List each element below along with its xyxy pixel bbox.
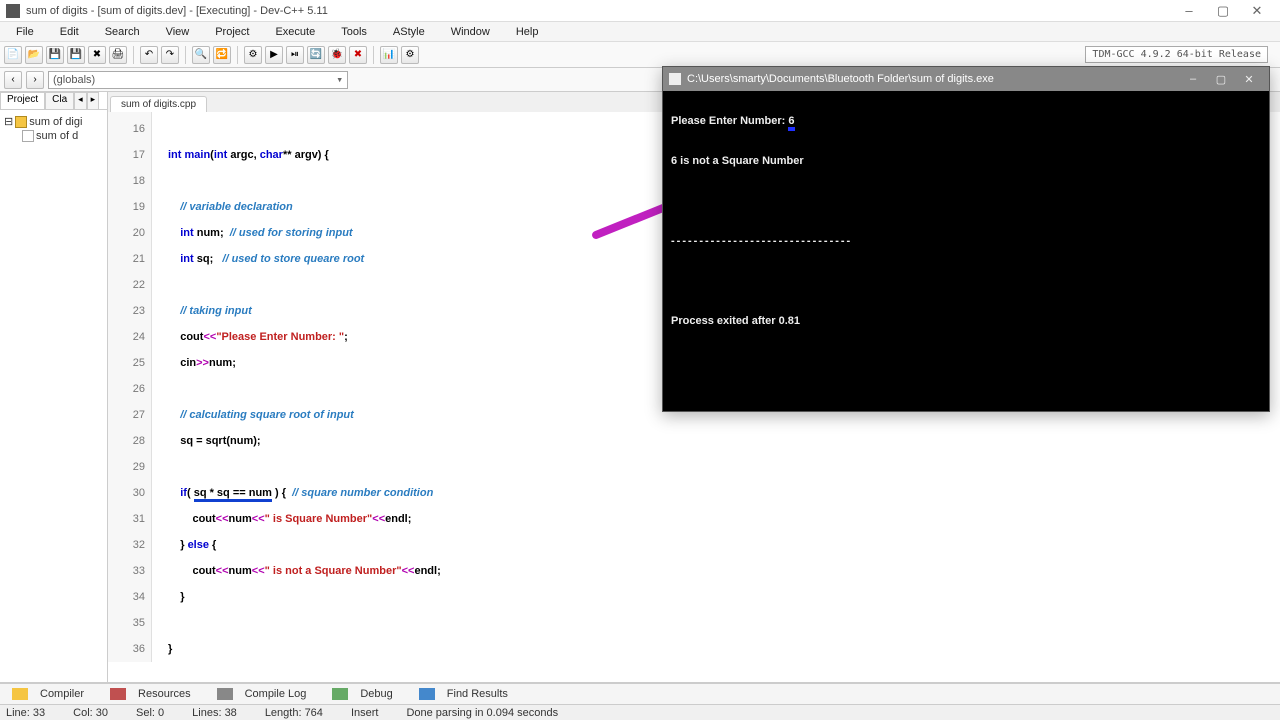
stop-icon[interactable]: ✖ [349,46,367,64]
undo-icon[interactable]: ↶ [140,46,158,64]
bottom-tabs: Compiler Resources Compile Log Debug Fin… [0,682,1280,704]
open-icon[interactable]: 📂 [25,46,43,64]
tab-debug[interactable]: Debug [324,684,408,704]
tree-project-label: sum of digi [29,116,82,128]
cpp-file-icon [22,130,34,142]
compiler-select[interactable]: TDM-GCC 4.9.2 64-bit Release [1085,46,1268,63]
menu-help[interactable]: Help [504,24,551,40]
resources-icon [110,688,126,700]
debug-check-icon [332,688,348,700]
window-title: sum of digits - [sum of digits.dev] - [E… [26,5,328,17]
status-parse: Done parsing in 0.094 seconds [406,707,558,719]
replace-icon[interactable]: 🔁 [213,46,231,64]
close-icon[interactable]: ✖ [88,46,106,64]
new-icon[interactable]: 📄 [4,46,22,64]
save-icon[interactable]: 💾 [46,46,64,64]
compile-run-icon[interactable]: ⏯ [286,46,304,64]
menu-view[interactable]: View [154,24,202,40]
status-col: Col: 30 [73,707,108,719]
status-line: Line: 33 [6,707,45,719]
status-lines: Lines: 38 [192,707,237,719]
titlebar: sum of digits - [sum of digits.dev] - [E… [0,0,1280,22]
menu-file[interactable]: File [4,24,46,40]
sidetab-nav-right[interactable]: ▸ [87,92,100,109]
profile-icon[interactable]: 📊 [380,46,398,64]
back-icon[interactable]: ‹ [4,71,22,89]
console-close[interactable]: ✕ [1235,73,1263,86]
menu-astyle[interactable]: AStyle [381,24,437,40]
menu-execute[interactable]: Execute [263,24,327,40]
console-icon [669,73,681,85]
status-length: Length: 764 [265,707,323,719]
gutter: 1617181920212223242526272829303132333435… [108,112,152,662]
console-output: Please Enter Number: 6 6 is not a Square… [663,91,1269,351]
log-icon [217,688,233,700]
side-panel: Project Cla ◂ ▸ ⊟ sum of digi sum of d [0,92,108,692]
sidetab-nav-left[interactable]: ◂ [74,92,87,109]
menu-tools[interactable]: Tools [329,24,379,40]
find-icon[interactable]: 🔍 [192,46,210,64]
console-maximize[interactable]: ▢ [1207,73,1235,86]
print-icon[interactable]: 🖨 [109,46,127,64]
sidetab-classes[interactable]: Cla [45,92,74,109]
maximize-button[interactable]: ▢ [1206,3,1240,19]
tab-find-results[interactable]: Find Results [411,684,524,704]
rebuild-icon[interactable]: 🔄 [307,46,325,64]
status-sel: Sel: 0 [136,707,164,719]
menubar: File Edit Search View Project Execute To… [0,22,1280,42]
console-window[interactable]: C:\Users\smarty\Documents\Bluetooth Fold… [662,66,1270,412]
menu-project[interactable]: Project [203,24,261,40]
tab-compiler[interactable]: Compiler [4,684,100,704]
project-icon [15,116,27,128]
console-minimize[interactable]: – [1179,73,1207,85]
tab-compile-log[interactable]: Compile Log [209,684,323,704]
status-mode: Insert [351,707,379,719]
app-icon [6,4,20,18]
minimize-button[interactable]: – [1172,3,1206,18]
find-results-icon [419,688,435,700]
toolbar: 📄 📂 💾 💾 ✖ 🖨 ↶ ↷ 🔍 🔁 ⚙ ▶ ⏯ 🔄 🐞 ✖ 📊 ⚙ TDM-… [0,42,1280,68]
tree-project[interactable]: ⊟ sum of digi [4,114,103,129]
console-title-text: C:\Users\smarty\Documents\Bluetooth Fold… [687,73,994,85]
globals-select[interactable]: (globals) [48,71,348,89]
tree-minus-icon: ⊟ [4,115,13,128]
file-tab[interactable]: sum of digits.cpp [110,96,207,112]
run-icon[interactable]: ▶ [265,46,283,64]
tab-resources[interactable]: Resources [102,684,207,704]
compile-icon[interactable]: ⚙ [244,46,262,64]
redo-icon[interactable]: ↷ [161,46,179,64]
console-titlebar: C:\Users\smarty\Documents\Bluetooth Fold… [663,67,1269,91]
debug-icon[interactable]: 🐞 [328,46,346,64]
menu-window[interactable]: Window [439,24,502,40]
tree-file-label: sum of d [36,130,78,142]
status-bar: Line: 33 Col: 30 Sel: 0 Lines: 38 Length… [0,704,1280,720]
saveall-icon[interactable]: 💾 [67,46,85,64]
close-button[interactable]: ✕ [1240,3,1274,19]
tree-file[interactable]: sum of d [4,129,103,143]
fwd-icon[interactable]: › [26,71,44,89]
menu-search[interactable]: Search [93,24,152,40]
sidetab-project[interactable]: Project [0,92,45,109]
options-icon[interactable]: ⚙ [401,46,419,64]
menu-edit[interactable]: Edit [48,24,91,40]
compiler-icon [12,688,28,700]
